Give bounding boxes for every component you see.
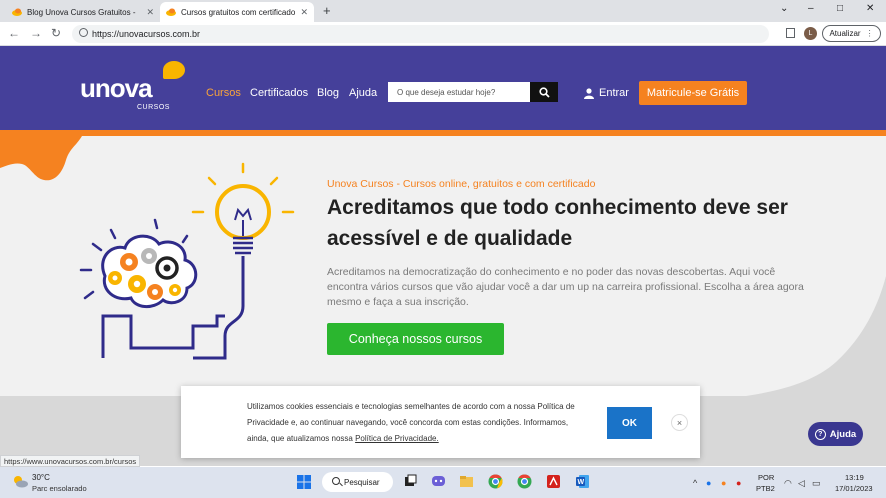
hero-tagline: Unova Cursos - Cursos online, gratuitos … bbox=[327, 178, 596, 190]
logo-sub: CURSOS bbox=[137, 104, 170, 111]
show-hidden-icons-icon[interactable]: ^ bbox=[693, 478, 697, 488]
profile-avatar[interactable]: L bbox=[804, 27, 817, 40]
tab-title: Blog Unova Cursos Gratuitos - bbox=[27, 7, 136, 17]
svg-text:W: W bbox=[578, 479, 585, 486]
hero-description: Acreditamos na democratização do conheci… bbox=[327, 266, 804, 308]
wifi-icon[interactable]: ◠ bbox=[784, 478, 792, 489]
tab-search-icon[interactable]: ⌄ bbox=[780, 3, 788, 14]
url-text: https://unovacursos.com.br bbox=[92, 29, 201, 39]
cookie-banner: Utilizamos cookies essenciais e tecnolog… bbox=[181, 386, 700, 458]
tab-blog[interactable]: Blog Unova Cursos Gratuitos - ✕ bbox=[6, 2, 160, 22]
tab-courses[interactable]: Cursos gratuitos com certificado ✕ bbox=[160, 2, 314, 22]
side-panel-icon[interactable] bbox=[786, 28, 795, 38]
new-tab-button[interactable]: + bbox=[323, 3, 331, 18]
logo-blob-icon bbox=[163, 61, 185, 79]
hero-headline: Acreditamos que todo conhecimento deve s… bbox=[327, 196, 788, 250]
update-button[interactable]: Atualizar ⋮ bbox=[822, 25, 881, 42]
browse-courses-button[interactable]: Conheça nossos cursos bbox=[327, 323, 504, 355]
browser-tab-bar: Blog Unova Cursos Gratuitos - ✕ Cursos g… bbox=[0, 0, 886, 22]
battery-icon[interactable]: ▭ bbox=[812, 478, 821, 489]
nav-certificados[interactable]: Certificados bbox=[250, 87, 308, 99]
input-language[interactable]: POR bbox=[758, 473, 774, 482]
browser-toolbar: ← → ↻ https://unovacursos.com.br L Atual… bbox=[0, 22, 886, 46]
word-icon[interactable]: W bbox=[575, 474, 590, 489]
brain-lightbulb-illustration bbox=[79, 162, 295, 360]
login-link[interactable]: Entrar bbox=[584, 87, 629, 99]
tab-close-icon[interactable]: ✕ bbox=[146, 7, 154, 18]
chat-icon[interactable] bbox=[431, 474, 446, 489]
chrome-icon[interactable] bbox=[488, 474, 503, 489]
login-label: Entrar bbox=[599, 87, 629, 99]
search-icon bbox=[332, 477, 340, 485]
privacy-policy-link[interactable]: Política de Privacidade. bbox=[355, 434, 439, 443]
tab-title: Cursos gratuitos com certificado bbox=[181, 7, 296, 17]
volume-icon[interactable]: ◁ bbox=[798, 478, 805, 489]
close-window-button[interactable]: ✕ bbox=[866, 3, 874, 14]
help-label: Ajuda bbox=[829, 428, 857, 440]
help-icon: ? bbox=[814, 428, 826, 440]
maximize-button[interactable]: □ bbox=[837, 3, 843, 14]
taskbar-search[interactable]: Pesquisar bbox=[322, 472, 393, 492]
clock-date[interactable]: 17/01/2023 bbox=[835, 484, 873, 493]
forward-arrow-icon[interactable]: → bbox=[30, 26, 42, 40]
tab-close-icon[interactable]: ✕ bbox=[300, 7, 308, 18]
site-info-icon[interactable] bbox=[79, 28, 88, 37]
search-icon bbox=[538, 86, 550, 98]
cookie-close-icon[interactable]: × bbox=[671, 414, 688, 431]
address-bar[interactable]: https://unovacursos.com.br bbox=[72, 25, 769, 43]
taskbar-search-label: Pesquisar bbox=[344, 477, 380, 487]
course-search-input[interactable] bbox=[388, 82, 530, 102]
update-label: Atualizar bbox=[829, 29, 861, 38]
defender-icon[interactable]: ● bbox=[706, 478, 711, 488]
reload-icon[interactable]: ↻ bbox=[51, 26, 61, 40]
chrome-profile-icon[interactable] bbox=[517, 474, 532, 489]
file-explorer-icon[interactable] bbox=[459, 474, 474, 489]
unova-favicon-icon bbox=[166, 8, 176, 16]
status-bar-url: https://www.unovacursos.com.br/cursos bbox=[0, 455, 141, 467]
nav-cursos[interactable]: Cursos bbox=[206, 87, 241, 99]
search-button[interactable] bbox=[530, 82, 558, 102]
minimize-button[interactable]: – bbox=[808, 3, 814, 14]
task-view-icon[interactable] bbox=[403, 474, 418, 489]
keyboard-layout[interactable]: PTB2 bbox=[756, 484, 775, 493]
nav-ajuda[interactable]: Ajuda bbox=[349, 87, 377, 99]
acrobat-icon[interactable] bbox=[546, 474, 561, 489]
enroll-free-button[interactable]: Matricule-se Grátis bbox=[639, 81, 747, 105]
acrobat-tray-icon[interactable]: ● bbox=[736, 478, 741, 488]
back-arrow-icon[interactable]: ← bbox=[8, 26, 20, 40]
unova-favicon-icon bbox=[12, 8, 22, 16]
user-icon bbox=[584, 87, 594, 99]
cookie-ok-button[interactable]: OK bbox=[607, 407, 652, 439]
help-button[interactable]: ? Ajuda bbox=[808, 422, 863, 446]
logo-word: unova bbox=[80, 73, 153, 103]
partly-sunny-icon bbox=[14, 476, 28, 488]
clock-time[interactable]: 13:19 bbox=[845, 473, 864, 482]
vpn-icon[interactable]: ● bbox=[721, 478, 726, 488]
windows-start-icon[interactable] bbox=[297, 475, 311, 489]
more-menu-icon[interactable]: ⋮ bbox=[866, 29, 874, 38]
nav-blog[interactable]: Blog bbox=[317, 87, 339, 99]
weather-temp: 30°C bbox=[32, 473, 50, 482]
weather-condition: Parc ensolarado bbox=[32, 484, 87, 493]
unova-logo[interactable]: unova CURSOS bbox=[80, 61, 190, 115]
cookie-text: Utilizamos cookies essenciais e tecnolog… bbox=[247, 399, 587, 447]
